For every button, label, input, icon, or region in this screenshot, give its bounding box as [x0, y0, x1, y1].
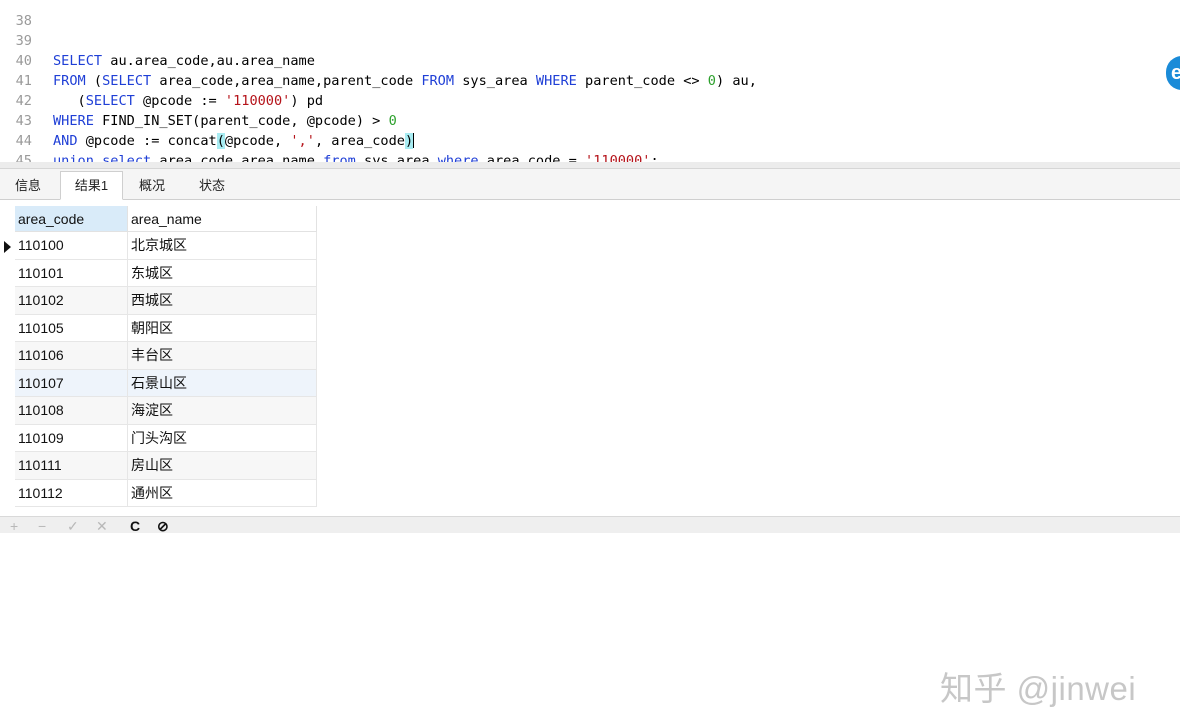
code-line: 40 FROM (SELECT area_code,area_name,pare…: [0, 31, 1160, 89]
grid-toolbar: + − ✓ ✕ C ⊘: [0, 516, 1180, 533]
tab-status[interactable]: 状态: [183, 171, 241, 198]
cell-area-code[interactable]: 110100: [15, 231, 128, 260]
pane-splitter[interactable]: [0, 162, 1180, 169]
cell-area-name[interactable]: 丰台区: [127, 341, 317, 370]
tab-info[interactable]: 信息: [2, 171, 54, 198]
table-row[interactable]: 110105 朝阳区: [15, 314, 317, 342]
cell-area-name[interactable]: 房山区: [127, 451, 317, 480]
result-grid-area: area_code area_name 110100 北京城区 110101 东城区…: [0, 200, 1180, 707]
helper-icon: e: [1171, 62, 1180, 84]
cell-area-code[interactable]: 110107: [15, 369, 128, 397]
result-grid: area_code area_name 110100 北京城区 110101 东城区…: [15, 206, 317, 507]
cell-area-code[interactable]: 110112: [15, 479, 128, 507]
code-text: union select area_code,area_name from sy…: [53, 153, 659, 162]
current-row-pointer-icon: [4, 241, 11, 253]
delete-record-icon[interactable]: −: [38, 519, 46, 533]
column-header-area-code[interactable]: area_code: [15, 206, 128, 232]
table-row[interactable]: 110109 门头沟区: [15, 424, 317, 452]
column-header-area-name[interactable]: area_name: [127, 206, 317, 232]
code-line: 39 SELECT au.area_code,au.area_name: [0, 11, 1160, 69]
cell-area-code[interactable]: 110109: [15, 424, 128, 452]
cell-area-code[interactable]: 110108: [15, 396, 128, 425]
line-number: 45: [15, 153, 32, 162]
table-row[interactable]: 110101 东城区: [15, 259, 317, 287]
cell-area-name[interactable]: 西城区: [127, 286, 317, 315]
floating-helper-button[interactable]: e: [1166, 56, 1180, 90]
table-row[interactable]: 110112 通州区: [15, 479, 317, 507]
cell-area-code[interactable]: 110105: [15, 314, 128, 342]
result-tabs: 信息 结果1 概况 状态: [0, 169, 1180, 200]
discard-changes-icon[interactable]: ✕: [96, 519, 108, 533]
table-row[interactable]: 110102 西城区: [15, 286, 317, 315]
cell-area-name[interactable]: 东城区: [127, 259, 317, 287]
stop-icon[interactable]: ⊘: [157, 519, 169, 533]
code-line: 45: [0, 131, 1160, 162]
code-line: 38: [0, 0, 1160, 29]
cell-area-code[interactable]: 110101: [15, 259, 128, 287]
table-row[interactable]: 110108 海淀区: [15, 396, 317, 425]
cell-area-name[interactable]: 北京城区: [127, 231, 317, 260]
cell-area-name[interactable]: 石景山区: [127, 369, 317, 397]
cell-area-code[interactable]: 110102: [15, 286, 128, 315]
apply-changes-icon[interactable]: ✓: [67, 519, 79, 533]
table-row[interactable]: 110107 石景山区: [15, 369, 317, 397]
cell-area-code[interactable]: 110111: [15, 451, 128, 480]
table-row[interactable]: 110106 丰台区: [15, 341, 317, 370]
tab-overview[interactable]: 概况: [125, 171, 179, 198]
cell-area-name[interactable]: 门头沟区: [127, 424, 317, 452]
code-line: 41 (SELECT @pcode := '110000') pd: [0, 51, 1160, 109]
watermark: 知乎 @jinwei: [940, 670, 1137, 707]
code-line: 42 WHERE FIND_IN_SET(parent_code, @pcode…: [0, 71, 1160, 129]
cell-area-name[interactable]: 通州区: [127, 479, 317, 507]
code-line: 43 AND @pcode := concat(@pcode, ',', are…: [0, 91, 1160, 149]
cell-area-name[interactable]: 朝阳区: [127, 314, 317, 342]
cell-area-code[interactable]: 110106: [15, 341, 128, 370]
sql-editor[interactable]: 38 39 SELECT au.area_code,au.area_name 4…: [0, 0, 1180, 162]
refresh-icon[interactable]: C: [130, 519, 140, 533]
code-line: 44 union select area_code,area_name from…: [0, 111, 1160, 162]
tab-result-1[interactable]: 结果1: [60, 171, 123, 200]
add-record-icon[interactable]: +: [10, 519, 18, 533]
table-row[interactable]: 110100 北京城区: [15, 231, 317, 260]
table-row[interactable]: 110111 房山区: [15, 451, 317, 480]
cell-area-name[interactable]: 海淀区: [127, 396, 317, 425]
